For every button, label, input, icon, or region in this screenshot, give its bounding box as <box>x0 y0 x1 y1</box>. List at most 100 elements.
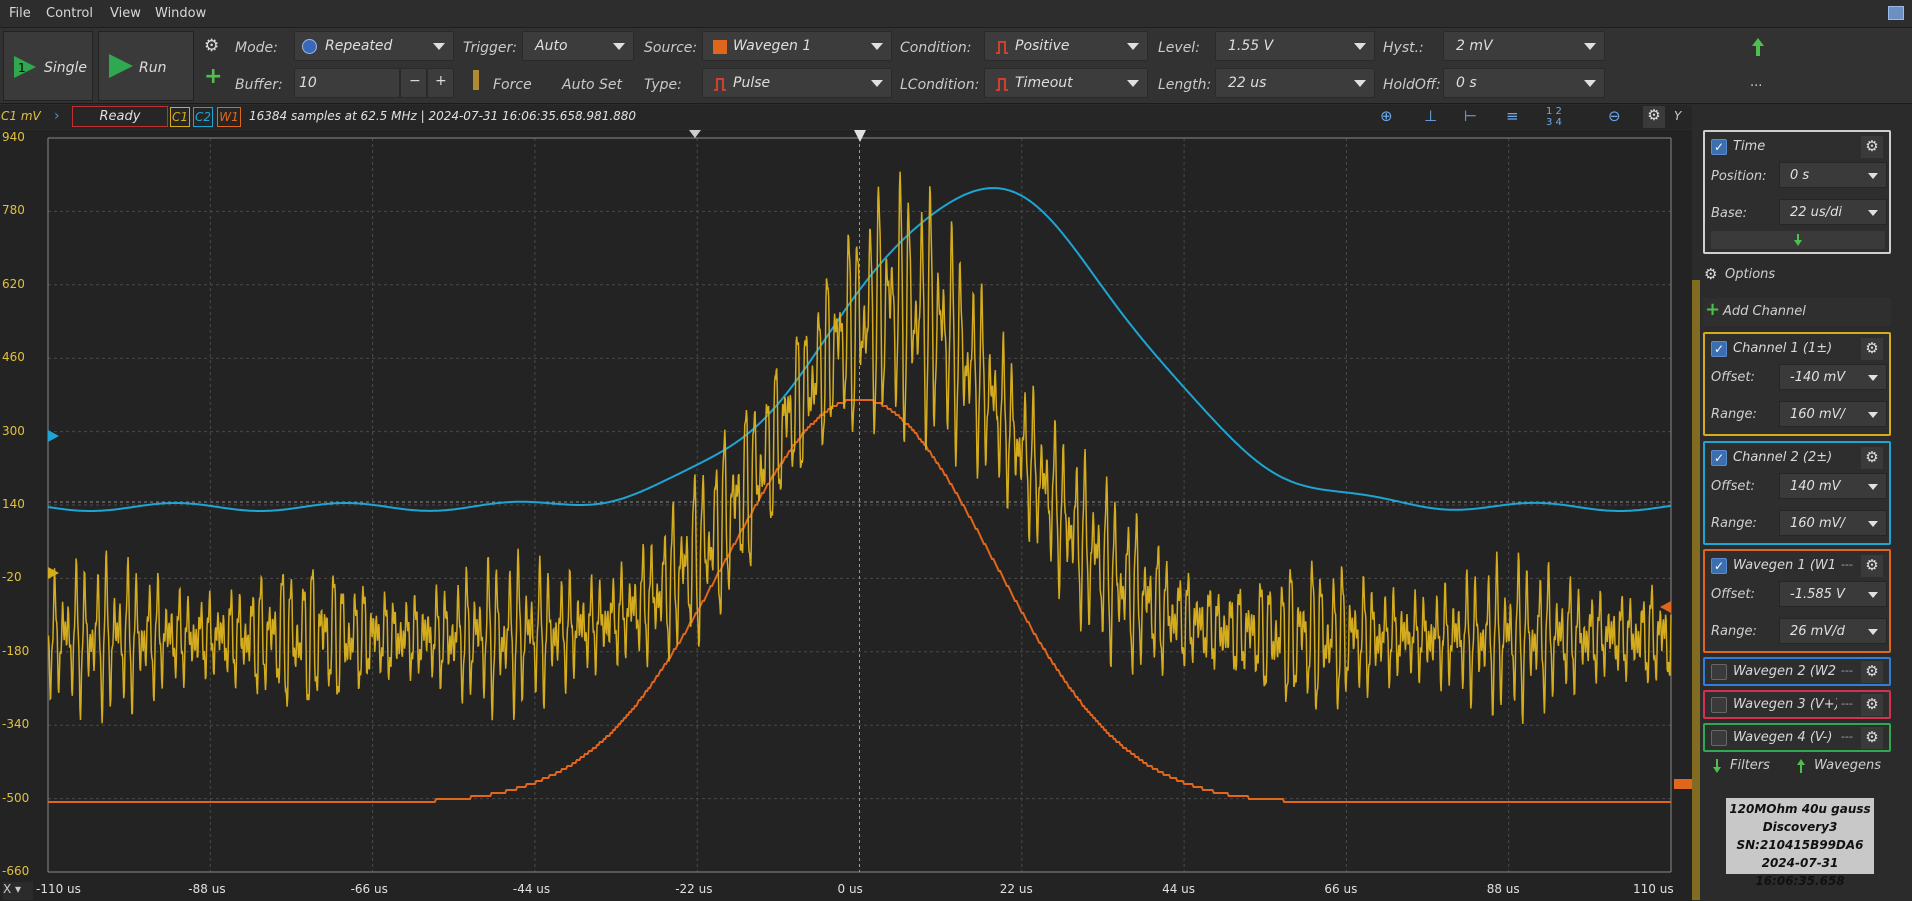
channel2-gear-icon[interactable]: ⚙ <box>1861 447 1883 469</box>
channel2-range-input[interactable]: 160 mV/ <box>1779 510 1887 536</box>
channel1-checkbox[interactable]: ✓ <box>1711 341 1727 357</box>
holdoff-input[interactable]: 0 s <box>1443 68 1605 98</box>
buffer-decrement-button[interactable]: − <box>400 68 427 98</box>
wavegen1-range-input[interactable]: 26 mV/d <box>1779 618 1887 644</box>
wavegen1-range-label: Range: <box>1711 624 1757 639</box>
options-gear-icon[interactable]: ⚙ <box>1704 265 1717 283</box>
chevron-down-icon <box>1868 521 1878 527</box>
wavegen3-status: --- <box>1841 697 1853 710</box>
channel1-gear-icon[interactable]: ⚙ <box>1861 338 1883 360</box>
wavegen2-status: --- <box>1841 664 1853 677</box>
level-input[interactable]: 1.55 V <box>1215 31 1375 61</box>
mode-dropdown[interactable]: Repeated <box>294 31 454 61</box>
time-collapse-button[interactable] <box>1711 231 1885 249</box>
options-button[interactable]: Options <box>1725 267 1775 282</box>
add-plus-icon: + <box>1705 299 1721 320</box>
menu-view[interactable]: View <box>110 6 141 21</box>
filters-button[interactable]: Filters <box>1708 756 1792 776</box>
source-dropdown[interactable]: Wavegen 1 <box>702 31 892 61</box>
x-tick-label: 66 us <box>1324 882 1358 896</box>
single-button[interactable]: 1 Single <box>3 31 93 101</box>
chevron-down-icon <box>1868 592 1878 598</box>
buffer-input[interactable]: 10 <box>294 68 400 98</box>
zoom-in-icon[interactable]: ⊕ <box>1380 107 1393 125</box>
x-tick-label: -110 us <box>36 882 81 896</box>
wavegen4-panel: Wavegen 4 (V-) --- ⚙ <box>1703 723 1891 752</box>
time-checkbox[interactable]: ✓ <box>1711 139 1727 155</box>
window-restore-icon[interactable] <box>1888 6 1904 20</box>
channel1-offset-input[interactable]: -140 mV <box>1779 364 1887 390</box>
lcondition-dropdown[interactable]: Timeout <box>984 68 1148 98</box>
hyst-label: Hyst.: <box>1383 40 1424 56</box>
run-button[interactable]: Run <box>98 31 194 101</box>
collapse-up-arrow-icon[interactable] <box>1751 37 1765 57</box>
single-play-icon: 1 <box>14 56 36 78</box>
acquisition-info: 16384 samples at 62.5 MHz | 2024-07-31 1… <box>249 109 637 123</box>
wavegen1-offset-input[interactable]: -1.585 V <box>1779 581 1887 607</box>
source-value: Wavegen 1 <box>733 38 812 54</box>
wavegen1-gear-icon[interactable]: ⚙ <box>1861 555 1883 577</box>
x-axis-button[interactable]: X ▾ <box>3 882 33 900</box>
auto-set-button[interactable]: Auto Set <box>562 77 622 93</box>
channel2-checkbox[interactable]: ✓ <box>1711 450 1727 466</box>
type-label: Type: <box>644 77 682 93</box>
channel1-range-input[interactable]: 160 mV/ <box>1779 401 1887 427</box>
settings-gear-icon[interactable]: ⚙ <box>204 36 219 56</box>
y-tick-label: 940 <box>2 130 25 144</box>
chevron-down-icon <box>871 43 883 50</box>
menu-control[interactable]: Control <box>46 6 93 21</box>
wavegen1-checkbox[interactable]: ✓ <box>1711 558 1727 574</box>
wavegen3-gear-icon[interactable]: ⚙ <box>1861 694 1883 716</box>
y-tick-label: -660 <box>2 864 30 878</box>
plot-grid <box>47 137 1672 873</box>
wavegen4-checkbox[interactable] <box>1711 730 1727 746</box>
menu-window[interactable]: Window <box>155 6 206 21</box>
plot-gear-icon[interactable]: ⚙ <box>1643 106 1665 128</box>
condition-dropdown[interactable]: Positive <box>984 31 1148 61</box>
type-dropdown[interactable]: Pulse <box>702 68 892 98</box>
hyst-value: 2 mV <box>1456 38 1493 54</box>
wavegen2-checkbox[interactable] <box>1711 664 1727 680</box>
wavegen4-gear-icon[interactable]: ⚙ <box>1861 727 1883 749</box>
add-channel-button[interactable]: + Add Channel <box>1703 298 1891 326</box>
hyst-input[interactable]: 2 mV <box>1443 31 1605 61</box>
plot-canvas <box>47 130 1694 873</box>
channel2-range-label: Range: <box>1711 516 1757 531</box>
time-base-input[interactable]: 22 us/di <box>1779 199 1887 225</box>
time-title: Time <box>1733 139 1766 154</box>
length-input[interactable]: 22 us <box>1215 68 1375 98</box>
menu-file[interactable]: File <box>9 6 31 21</box>
wavegen2-gear-icon[interactable]: ⚙ <box>1861 661 1883 683</box>
x-tick-label: 44 us <box>1162 882 1196 896</box>
expand-chevron-icon[interactable]: › <box>54 108 60 124</box>
y-tick-label: -20 <box>2 570 22 585</box>
add-plus-icon[interactable]: + <box>204 64 222 89</box>
measure-icon[interactable]: ≡ <box>1506 107 1519 125</box>
w1-tag[interactable]: W1 <box>217 107 241 127</box>
channel2-offset-input[interactable]: 140 mV <box>1779 473 1887 499</box>
channel1-offset-label: Offset: <box>1711 370 1755 385</box>
time-gear-icon[interactable]: ⚙ <box>1861 136 1883 158</box>
cursor-icon[interactable]: ⊥ <box>1424 107 1437 125</box>
channel1-histogram <box>1692 280 1700 900</box>
time-position-input[interactable]: 0 s <box>1779 162 1887 188</box>
numbering-icon[interactable]: 1 23 4 <box>1546 106 1562 128</box>
more-options[interactable]: ... <box>1750 75 1762 90</box>
y-axis-button[interactable]: Y <box>1674 109 1681 123</box>
wavegen2-panel: Wavegen 2 (W2 --- ⚙ <box>1703 657 1891 686</box>
x-tick-label: -44 us <box>512 882 551 896</box>
cursor-icon[interactable]: ⊢ <box>1464 107 1477 125</box>
c1-tag[interactable]: C1 <box>170 107 190 127</box>
y-tick-label: 460 <box>2 350 25 365</box>
wavegens-button[interactable]: Wavegens <box>1792 756 1892 776</box>
zoom-out-icon[interactable]: ⊖ <box>1608 107 1621 125</box>
buffer-increment-button[interactable]: + <box>427 68 454 98</box>
oscilloscope-plot[interactable]: 940 780 620 460 300 140 -20 -180 -340 -500 -660 -1… <box>0 130 1700 901</box>
timeout-icon <box>996 78 1008 91</box>
chevron-down-icon <box>1584 80 1596 87</box>
force-button[interactable]: Force <box>493 77 532 93</box>
wavegen3-checkbox[interactable] <box>1711 697 1727 713</box>
single-label: Single <box>44 60 88 76</box>
c2-tag[interactable]: C2 <box>193 107 213 127</box>
trigger-dropdown[interactable]: Auto <box>522 31 634 61</box>
